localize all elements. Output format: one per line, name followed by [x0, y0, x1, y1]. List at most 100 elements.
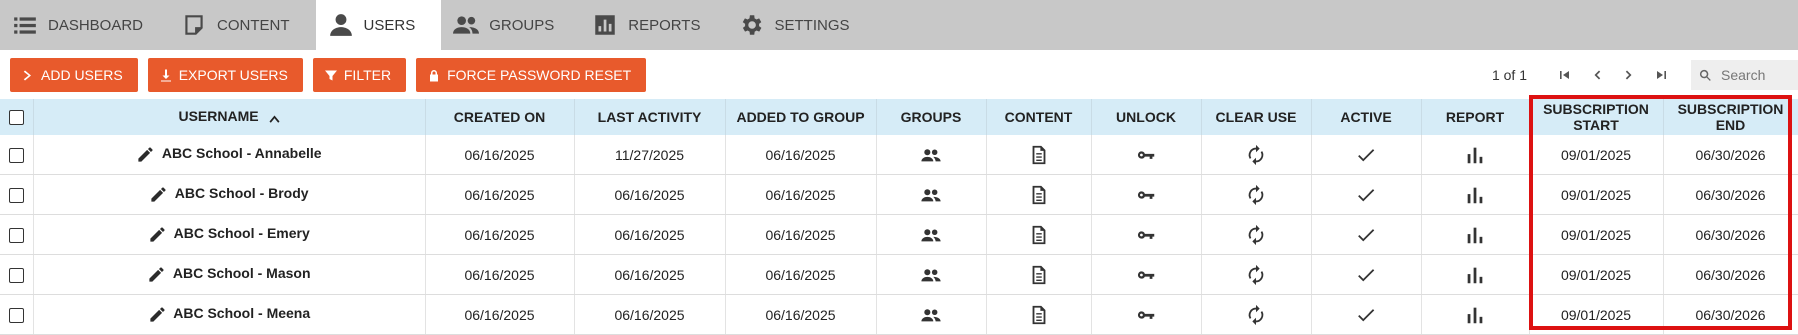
people-icon[interactable]: [920, 304, 942, 326]
header-subscription-start[interactable]: SUBSCRIPTION START: [1529, 99, 1664, 135]
added-to-group-cell: 06/16/2025: [725, 294, 877, 335]
checkmark-icon[interactable]: [1355, 304, 1377, 326]
subscription-start-cell[interactable]: 09/01/2025: [1529, 294, 1664, 335]
list-icon: [14, 17, 36, 34]
subscription-end-cell[interactable]: 06/30/2026: [1663, 254, 1798, 295]
row-checkbox[interactable]: [8, 227, 24, 243]
document-icon[interactable]: [1028, 144, 1050, 166]
groups-cell: [876, 174, 987, 215]
table-row: ABC School - Brody 06/16/2025 06/16/2025…: [0, 174, 1798, 215]
row-checkbox[interactable]: [8, 267, 24, 283]
content-cell: [986, 135, 1092, 175]
checkmark-icon[interactable]: [1355, 144, 1377, 166]
first-page-button[interactable]: [1549, 68, 1581, 82]
nav-users[interactable]: USERS: [315, 0, 442, 50]
content-cell: [986, 174, 1092, 215]
header-username[interactable]: USERNAME: [33, 99, 426, 135]
force-password-reset-button[interactable]: FORCE PASSWORD RESET: [416, 58, 647, 92]
row-checkbox[interactable]: [8, 187, 24, 203]
key-icon[interactable]: [1135, 304, 1157, 326]
checkmark-icon[interactable]: [1355, 184, 1377, 206]
key-icon[interactable]: [1135, 264, 1157, 286]
pencil-icon[interactable]: [149, 185, 168, 204]
active-cell: [1311, 214, 1422, 255]
filter-button[interactable]: FILTER: [312, 58, 407, 92]
refresh-icon[interactable]: [1245, 304, 1267, 326]
last-page-button[interactable]: [1645, 68, 1677, 82]
search-input[interactable]: [1719, 66, 1793, 84]
subscription-start-cell[interactable]: 09/01/2025: [1529, 254, 1664, 295]
row-checkbox[interactable]: [8, 307, 24, 323]
pencil-icon[interactable]: [148, 225, 167, 244]
subscription-start-cell[interactable]: 09/01/2025: [1529, 214, 1664, 255]
subscription-start-cell[interactable]: 09/01/2025: [1529, 135, 1664, 175]
bar-chart-icon[interactable]: [1464, 144, 1486, 166]
checkmark-icon[interactable]: [1355, 224, 1377, 246]
bar-chart-icon[interactable]: [1464, 264, 1486, 286]
nav-dashboard[interactable]: DASHBOARD: [0, 0, 169, 50]
refresh-icon[interactable]: [1245, 144, 1267, 166]
pencil-icon[interactable]: [147, 265, 166, 284]
report-cell: [1421, 174, 1530, 215]
active-cell: [1311, 174, 1422, 215]
pencil-icon[interactable]: [136, 145, 155, 164]
username-cell: ABC School - Brody: [33, 174, 426, 215]
nav-groups[interactable]: GROUPS: [441, 0, 580, 50]
people-icon[interactable]: [920, 264, 942, 286]
report-cell: [1421, 214, 1530, 255]
nav-content[interactable]: CONTENT: [169, 0, 316, 50]
header-added-to-group[interactable]: ADDED TO GROUP: [725, 99, 877, 135]
funnel-icon: [324, 68, 337, 82]
nav-reports[interactable]: REPORTS: [580, 0, 726, 50]
document-icon[interactable]: [1028, 264, 1050, 286]
refresh-icon[interactable]: [1245, 264, 1267, 286]
last-activity-cell: 06/16/2025: [574, 174, 726, 215]
bar-chart-icon[interactable]: [1464, 304, 1486, 326]
document-icon[interactable]: [1028, 224, 1050, 246]
export-users-button[interactable]: EXPORT USERS: [147, 58, 303, 92]
row-checkbox[interactable]: [8, 147, 24, 163]
pencil-icon[interactable]: [148, 305, 167, 324]
last-activity-cell: 06/16/2025: [574, 214, 726, 255]
created-on-cell: 06/16/2025: [425, 174, 575, 215]
subscription-end-cell[interactable]: 06/30/2026: [1663, 214, 1798, 255]
clear-use-cell: [1201, 135, 1312, 175]
note-icon: [185, 15, 203, 35]
header-active: ACTIVE: [1311, 99, 1422, 135]
prev-page-button[interactable]: [1581, 68, 1613, 82]
select-all-checkbox[interactable]: [8, 110, 24, 126]
clear-use-cell: [1201, 254, 1312, 295]
people-icon[interactable]: [920, 224, 942, 246]
document-icon[interactable]: [1028, 184, 1050, 206]
table-body: ABC School - Annabelle 06/16/2025 11/27/…: [0, 135, 1798, 335]
bar-chart-icon[interactable]: [1464, 184, 1486, 206]
added-to-group-cell: 06/16/2025: [725, 135, 877, 175]
key-icon[interactable]: [1135, 184, 1157, 206]
subscription-end-cell[interactable]: 06/30/2026: [1663, 294, 1798, 335]
subscription-end-cell[interactable]: 06/30/2026: [1663, 174, 1798, 215]
groups-cell: [876, 294, 987, 335]
document-icon[interactable]: [1028, 304, 1050, 326]
toolbar: ADD USERS EXPORT USERS FILTER FORCE PASS…: [0, 50, 1798, 100]
nav-settings[interactable]: SETTINGS: [726, 0, 875, 50]
unlock-cell: [1091, 135, 1202, 175]
header-created-on[interactable]: CREATED ON: [425, 99, 575, 135]
refresh-icon[interactable]: [1245, 184, 1267, 206]
header-subscription-end[interactable]: SUBSCRIPTION END: [1663, 99, 1798, 135]
header-label: SUBSCRIPTION: [1543, 101, 1649, 117]
row-select-cell: [0, 174, 34, 215]
subscription-end-cell[interactable]: 06/30/2026: [1663, 135, 1798, 175]
key-icon[interactable]: [1135, 224, 1157, 246]
people-icon[interactable]: [920, 144, 942, 166]
people-icon[interactable]: [920, 184, 942, 206]
refresh-icon[interactable]: [1245, 224, 1267, 246]
header-clear-use: CLEAR USE: [1201, 99, 1312, 135]
bar-chart-icon[interactable]: [1464, 224, 1486, 246]
clear-use-cell: [1201, 294, 1312, 335]
checkmark-icon[interactable]: [1355, 264, 1377, 286]
add-users-button[interactable]: ADD USERS: [10, 58, 138, 92]
next-page-button[interactable]: [1613, 68, 1645, 82]
header-last-activity[interactable]: LAST ACTIVITY: [574, 99, 726, 135]
key-icon[interactable]: [1135, 144, 1157, 166]
subscription-start-cell[interactable]: 09/01/2025: [1529, 174, 1664, 215]
